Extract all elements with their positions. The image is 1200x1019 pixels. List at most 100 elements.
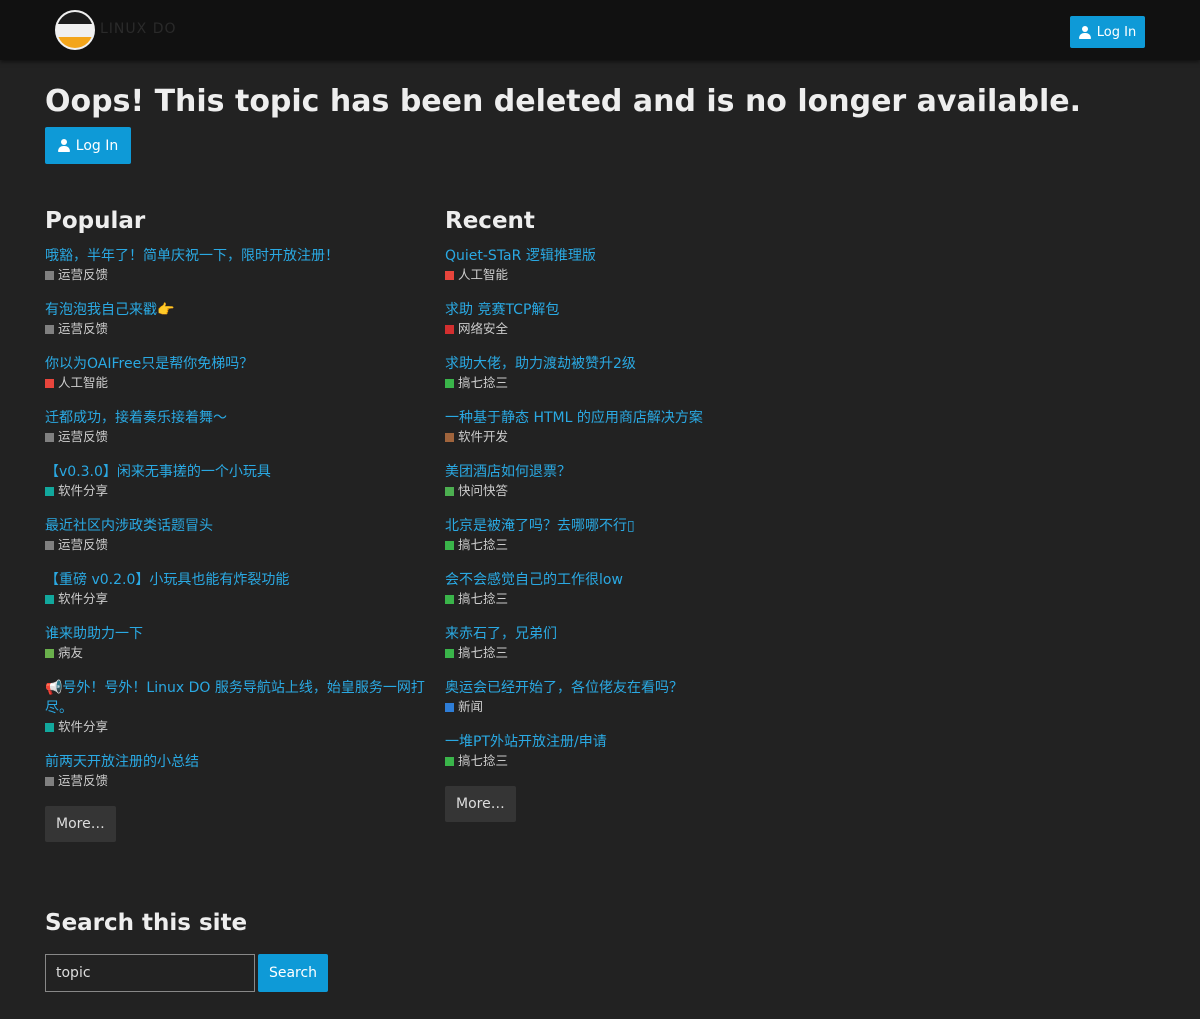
topic-link[interactable]: 迁都成功，接着奏乐接着舞～ [45, 408, 425, 428]
topic-link[interactable]: 哦豁，半年了！简单庆祝一下，限时开放注册！ [45, 246, 425, 266]
search-input[interactable] [45, 954, 255, 992]
category-name: 软件分享 [58, 483, 109, 498]
category-badge[interactable]: 软件开发 [445, 428, 825, 446]
category-color-swatch [45, 324, 54, 334]
topic-link[interactable]: 【重磅 v0.2.0】小玩具也能有炸裂功能 [45, 570, 425, 590]
topic-link[interactable]: 有泡泡我自己来戳👉 [45, 300, 425, 320]
category-badge[interactable]: 网络安全 [445, 320, 825, 338]
category-badge[interactable]: 搞七捻三 [445, 374, 825, 392]
category-name: 软件开发 [458, 429, 509, 444]
login-button[interactable]: Log In [45, 127, 131, 164]
category-badge[interactable]: 运营反馈 [45, 428, 425, 446]
category-badge[interactable]: 搞七捻三 [445, 590, 825, 608]
category-badge[interactable]: 病友 [45, 644, 425, 662]
category-color-swatch [445, 324, 454, 334]
topic-link[interactable]: Quiet-STaR 逻辑推理版 [445, 246, 825, 266]
category-badge[interactable]: 运营反馈 [45, 536, 425, 554]
topic-link[interactable]: 【v0.3.0】闲来无事搓的一个小玩具 [45, 462, 425, 482]
category-name: 搞七捻三 [458, 375, 509, 390]
topic-item: 会不会感觉自己的工作很low 搞七捻三 [445, 570, 825, 608]
category-badge[interactable]: 软件分享 [45, 482, 425, 500]
topic-link[interactable]: 最近社区内涉政类话题冒头 [45, 516, 425, 536]
topic-item: 求助 竞赛TCP解包 网络安全 [445, 300, 825, 338]
category-badge[interactable]: 人工智能 [45, 374, 425, 392]
recent-heading: Recent [445, 208, 535, 234]
user-icon [57, 139, 70, 152]
topic-link[interactable]: 来赤石了，兄弟们 [445, 624, 825, 644]
category-color-swatch [45, 722, 54, 732]
header-login-button[interactable]: Log In [1070, 16, 1145, 48]
category-badge[interactable]: 搞七捻三 [445, 752, 825, 770]
site-logo[interactable] [55, 10, 95, 50]
category-color-swatch [45, 594, 54, 604]
category-color-swatch [45, 540, 54, 550]
topic-link[interactable]: 前两天开放注册的小总结 [45, 752, 425, 772]
logo-text: LINUX DO [100, 21, 177, 37]
category-badge[interactable]: 软件分享 [45, 718, 425, 736]
topic-item: 一种基于静态 HTML 的应用商店解决方案 软件开发 [445, 408, 825, 446]
category-badge[interactable]: 运营反馈 [45, 266, 425, 284]
topic-item: 一堆PT外站开放注册/申请 搞七捻三 [445, 732, 825, 770]
topic-link[interactable]: 求助 竞赛TCP解包 [445, 300, 825, 320]
category-color-swatch [445, 378, 454, 388]
recent-more-button[interactable]: More… [445, 786, 516, 822]
topic-item: 奥运会已经开始了，各位佬友在看吗？ 新闻 [445, 678, 825, 716]
topic-link[interactable]: 一种基于静态 HTML 的应用商店解决方案 [445, 408, 825, 428]
topic-link[interactable]: 谁来助助力一下 [45, 624, 425, 644]
category-color-swatch [445, 486, 454, 496]
popular-more-button[interactable]: More… [45, 806, 116, 842]
category-color-swatch [45, 432, 54, 442]
category-name: 运营反馈 [58, 537, 109, 552]
site-header: LINUX DO Log In [0, 0, 1200, 60]
category-badge[interactable]: 人工智能 [445, 266, 825, 284]
topic-link[interactable]: 一堆PT外站开放注册/申请 [445, 732, 825, 752]
topic-item: 最近社区内涉政类话题冒头 运营反馈 [45, 516, 425, 554]
category-badge[interactable]: 新闻 [445, 698, 825, 716]
search-button[interactable]: Search [258, 954, 328, 992]
category-badge[interactable]: 运营反馈 [45, 772, 425, 790]
login-label: Log In [75, 137, 119, 154]
topic-item: 哦豁，半年了！简单庆祝一下，限时开放注册！ 运营反馈 [45, 246, 425, 284]
category-badge[interactable]: 软件分享 [45, 590, 425, 608]
topic-link[interactable]: 会不会感觉自己的工作很low [445, 570, 825, 590]
topic-link[interactable]: 美团酒店如何退票？ [445, 462, 825, 482]
topic-link[interactable]: 奥运会已经开始了，各位佬友在看吗？ [445, 678, 825, 698]
user-icon [1078, 25, 1091, 39]
category-name: 人工智能 [458, 267, 509, 282]
popular-heading: Popular [45, 208, 146, 234]
topic-link[interactable]: 求助大佬，助力渡劫被赞升2级 [445, 354, 825, 374]
category-badge[interactable]: 快问快答 [445, 482, 825, 500]
category-name: 搞七捻三 [458, 537, 509, 552]
category-color-swatch [445, 648, 454, 658]
category-color-swatch [45, 776, 54, 786]
category-color-swatch [445, 702, 454, 712]
topic-link[interactable]: 📢号外！号外！Linux DO 服务导航站上线，始皇服务一网打尽。 [45, 678, 425, 718]
topic-item: 北京是被淹了吗？去哪哪不行▯ 搞七捻三 [445, 516, 825, 554]
popular-section: Popular 哦豁，半年了！简单庆祝一下，限时开放注册！ 运营反馈 有泡泡我自己来… [45, 206, 425, 842]
category-badge[interactable]: 搞七捻三 [445, 536, 825, 554]
topic-link[interactable]: 你以为OAIFree只是帮你免梯吗？ [45, 354, 425, 374]
category-name: 网络安全 [458, 321, 509, 336]
category-name: 病友 [58, 645, 84, 660]
topic-link[interactable]: 北京是被淹了吗？去哪哪不行▯ [445, 516, 825, 536]
category-name: 运营反馈 [58, 321, 109, 336]
topic-item: 你以为OAIFree只是帮你免梯吗？ 人工智能 [45, 354, 425, 392]
category-badge[interactable]: 运营反馈 [45, 320, 425, 338]
page-title: Oops! This topic has been deleted and is… [45, 84, 1082, 119]
topic-item: 【重磅 v0.2.0】小玩具也能有炸裂功能 软件分享 [45, 570, 425, 608]
category-color-swatch [445, 540, 454, 550]
category-name: 搞七捻三 [458, 645, 509, 660]
topic-item: 📢号外！号外！Linux DO 服务导航站上线，始皇服务一网打尽。 软件分享 [45, 678, 425, 736]
category-name: 运营反馈 [58, 267, 109, 282]
category-name: 运营反馈 [58, 773, 109, 788]
topic-item: 迁都成功，接着奏乐接着舞～ 运营反馈 [45, 408, 425, 446]
popular-list: 哦豁，半年了！简单庆祝一下，限时开放注册！ 运营反馈 有泡泡我自己来戳👉 运营反馈 你以… [45, 246, 425, 790]
category-name: 快问快答 [458, 483, 509, 498]
category-name: 运营反馈 [58, 429, 109, 444]
category-badge[interactable]: 搞七捻三 [445, 644, 825, 662]
topic-item: 美团酒店如何退票？ 快问快答 [445, 462, 825, 500]
category-name: 人工智能 [58, 375, 109, 390]
category-name: 搞七捻三 [458, 591, 509, 606]
category-color-swatch [445, 270, 454, 280]
category-color-swatch [45, 270, 54, 280]
